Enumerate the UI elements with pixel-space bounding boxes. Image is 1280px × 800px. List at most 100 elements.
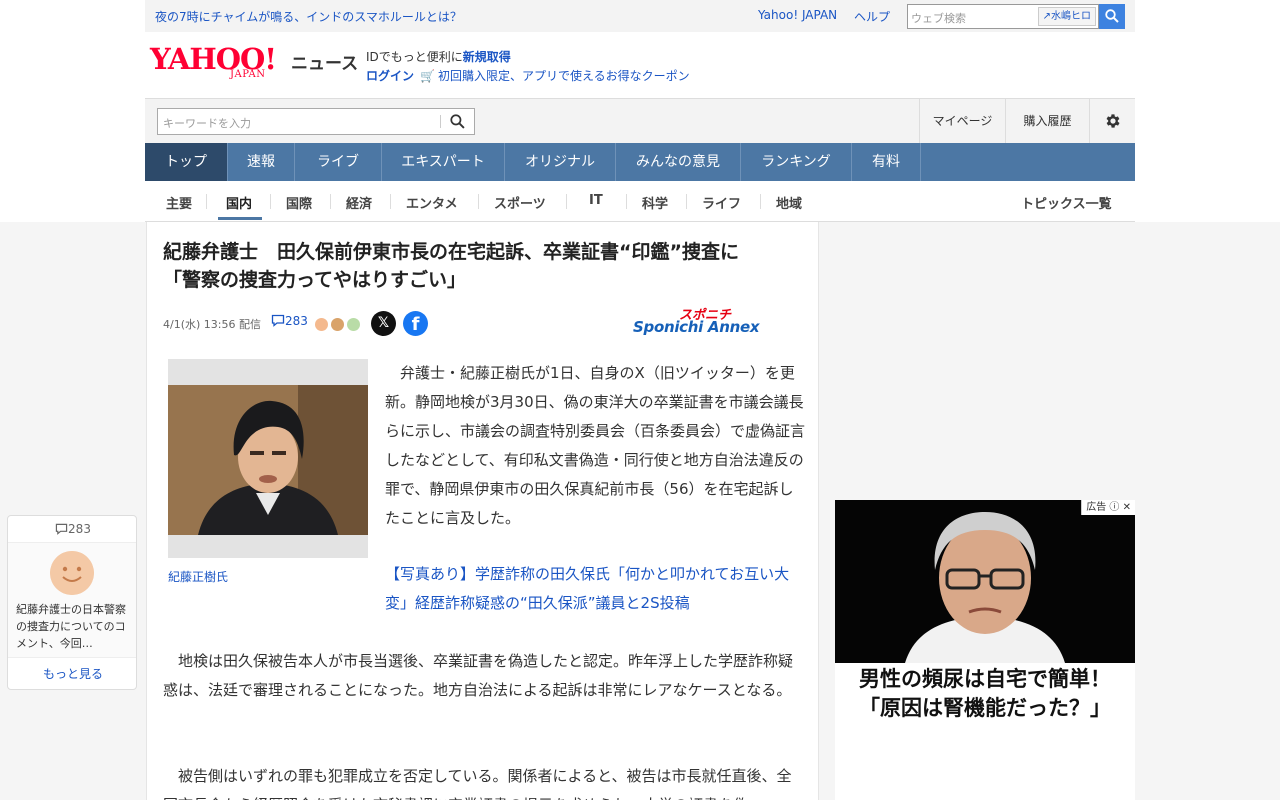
article-paragraph: 被告側はいずれの罪も犯罪成立を否定している。関係者によると、被告は市長就任直後、… (163, 767, 792, 800)
subnav-life[interactable]: ライフ (702, 193, 741, 212)
reaction-face-icon (331, 318, 345, 331)
article-photo[interactable] (168, 359, 368, 558)
web-search-button[interactable] (1099, 4, 1125, 29)
search-suggestion-label: 水嶋ヒロ (1051, 11, 1091, 22)
nav-original[interactable]: オリジナル (505, 143, 616, 181)
nav-expert[interactable]: エキスパート (382, 143, 505, 181)
search-suggestion-chip[interactable]: ↗水嶋ヒロ (1037, 7, 1096, 26)
subnav-divider (478, 194, 479, 209)
coupon-link[interactable]: 初回購入限定、アプリで使えるお得なクーポン (438, 69, 690, 83)
keyword-search-input[interactable]: キーワードを入力 (157, 108, 475, 135)
purchase-history-link[interactable]: 購入履歴 (1005, 99, 1089, 144)
publisher-logo-bottom: Sponichi Annex (633, 318, 760, 336)
subnav-domestic[interactable]: 国内 (226, 193, 252, 212)
share-x-button[interactable]: 𝕏 (371, 311, 396, 336)
main-nav: トップ 速報 ライブ エキスパート オリジナル みんなの意見 ランキング 有料 (145, 143, 1135, 181)
photo-caption[interactable]: 紀藤正樹氏 (168, 568, 228, 585)
portrait-image (168, 385, 368, 535)
related-article-link[interactable]: 【写真あり】学歴詐称の田久保氏「何かと叩かれてお互い大変」経歴詐称疑惑の“田久保… (385, 560, 805, 618)
subnav-economy[interactable]: 経済 (346, 193, 372, 212)
ad-badge[interactable]: 広告 ⓘ ✕ (1081, 500, 1135, 515)
subnav-world[interactable]: 国際 (286, 193, 312, 212)
nav-breaking[interactable]: 速報 (228, 143, 295, 181)
comment-count-link[interactable]: 283 (271, 314, 308, 328)
nav-ranking[interactable]: ランキング (741, 143, 852, 181)
id-promo-text: IDでもっと便利に (366, 50, 463, 64)
see-more-comments-link[interactable]: もっと見る (8, 665, 138, 682)
news-search-row: キーワードを入力 マイページ 購入履歴 (145, 98, 1135, 144)
search-divider (440, 115, 441, 128)
nav-live[interactable]: ライブ (295, 143, 382, 181)
article-paragraph: 地検は田久保被告本人が市長当選後、卒業証書を偽造したと認定。昨年浮上した学歴詐称… (163, 652, 794, 699)
category-subnav: 主要 国内 国際 経済 エンタメ スポーツ IT 科学 ライフ 地域 トピックス… (145, 181, 1135, 222)
ad-portrait-image (835, 500, 1135, 663)
help-link[interactable]: ヘルプ (854, 8, 890, 25)
info-icon: ⓘ (1109, 502, 1120, 513)
subnav-divider (760, 194, 761, 209)
comment-icon (271, 314, 285, 327)
yahoo-japan-logo[interactable]: YAHOO! JAPAN (150, 44, 277, 80)
web-search-input[interactable]: ウェブ検索 ↗水嶋ヒロ (907, 4, 1099, 29)
nav-opinion[interactable]: みんなの意見 (616, 143, 741, 181)
subnav-main[interactable]: 主要 (166, 193, 192, 212)
subnav-divider (566, 194, 567, 209)
id-promo: IDでもっと便利に新規取得 (366, 48, 511, 65)
advertisement[interactable]: 広告 ⓘ ✕ 男性の頻尿は自宅で簡単！ 「原因は腎機能だった？」 (835, 500, 1135, 800)
article-title-line2: 「警察の捜査力ってやはりすごい」 (163, 269, 467, 291)
mypage-link[interactable]: マイページ (919, 99, 1005, 144)
widget-comment-count: 283 (8, 522, 138, 536)
share-facebook-button[interactable]: f (403, 311, 428, 336)
login-link[interactable]: ログイン (366, 69, 414, 83)
article-paragraph: 弁護士・紀藤正樹氏が1日、自身のX（旧ツイッター）を更新。静岡地検が3月30日、… (385, 364, 806, 527)
cart-icon: 🛒 (420, 69, 435, 83)
top-utility-bar: 夜の7時にチャイムが鳴る、インドのスマホルールとは？ Yahoo! JAPAN … (145, 0, 1135, 32)
subnav-divider (270, 194, 271, 209)
comment-icon (55, 523, 68, 535)
ad-headline-line2: 「原因は腎機能だった？」 (859, 696, 1111, 720)
news-logo-text[interactable]: ニュース (291, 49, 358, 74)
publisher-logo[interactable]: スポニチ Sponichi Annex (633, 304, 803, 340)
article-datetime: 4/1(水) 13:56 配信 (163, 318, 261, 331)
subnav-divider (626, 194, 627, 209)
subnav-divider (686, 194, 687, 209)
widget-comment-count-value: 283 (68, 522, 91, 536)
close-icon[interactable]: ✕ (1123, 502, 1131, 513)
gear-icon (1106, 114, 1120, 128)
subnav-it[interactable]: IT (589, 193, 603, 208)
top-headline-link[interactable]: 夜の7時にチャイムが鳴る、インドのスマホルールとは？ (155, 8, 462, 25)
article-title: 紀藤弁護士 田久保前伊東市長の在宅起訴、卒業証書“印鑑”捜査に 「警察の捜査力っ… (163, 238, 803, 294)
comment-count: 283 (285, 314, 308, 328)
web-search-placeholder: ウェブ検索 (911, 12, 966, 25)
smiley-avatar-icon (50, 551, 94, 595)
article: 紀藤弁護士 田久保前伊東市長の在宅起訴、卒業証書“印鑑”捜査に 「警察の捜査力っ… (146, 222, 819, 800)
subnav-active-indicator (218, 217, 262, 220)
subnav-science[interactable]: 科学 (642, 193, 668, 212)
subnav-divider (206, 194, 207, 209)
widget-comment-text: 紀藤弁護士の日本警察の捜査力についてのコメント、今回… (16, 603, 126, 650)
subnav-region[interactable]: 地域 (776, 193, 802, 212)
reaction-faces[interactable] (315, 314, 361, 333)
subnav-divider (390, 194, 391, 209)
settings-button[interactable] (1089, 99, 1135, 144)
article-title-line1: 紀藤弁護士 田久保前伊東市長の在宅起訴、卒業証書“印鑑”捜査に (163, 241, 739, 263)
search-icon[interactable] (450, 114, 465, 133)
nav-paid[interactable]: 有料 (852, 143, 921, 181)
topics-list-link[interactable]: トピックス一覧 (1021, 193, 1112, 212)
x-icon: 𝕏 (377, 315, 390, 331)
floating-comment-widget[interactable]: 283 紀藤弁護士の日本警察の捜査力についてのコメント、今回… もっと見る (7, 515, 137, 690)
logo-japan-text: JAPAN (230, 69, 266, 80)
signup-link[interactable]: 新規取得 (463, 50, 511, 64)
ad-headline-line1: 男性の頻尿は自宅で簡単！ (859, 667, 1111, 691)
keyword-placeholder: キーワードを入力 (163, 117, 251, 130)
subnav-divider (330, 194, 331, 209)
subnav-sports[interactable]: スポーツ (494, 193, 546, 212)
facebook-icon: f (411, 314, 420, 335)
ad-badge-label: 広告 (1086, 502, 1107, 513)
widget-comment-preview[interactable]: 紀藤弁護士の日本警察の捜査力についてのコメント、今回… (8, 542, 136, 658)
nav-top[interactable]: トップ (145, 143, 228, 181)
subnav-entertainment[interactable]: エンタメ (406, 193, 458, 212)
yahoo-japan-link[interactable]: Yahoo! JAPAN (758, 8, 837, 22)
ad-headline[interactable]: 男性の頻尿は自宅で簡単！ 「原因は腎機能だった？」 (835, 663, 1135, 723)
reaction-face-icon (347, 318, 361, 331)
login-promo: ログイン 🛒 初回購入限定、アプリで使えるお得なクーポン (366, 67, 690, 84)
